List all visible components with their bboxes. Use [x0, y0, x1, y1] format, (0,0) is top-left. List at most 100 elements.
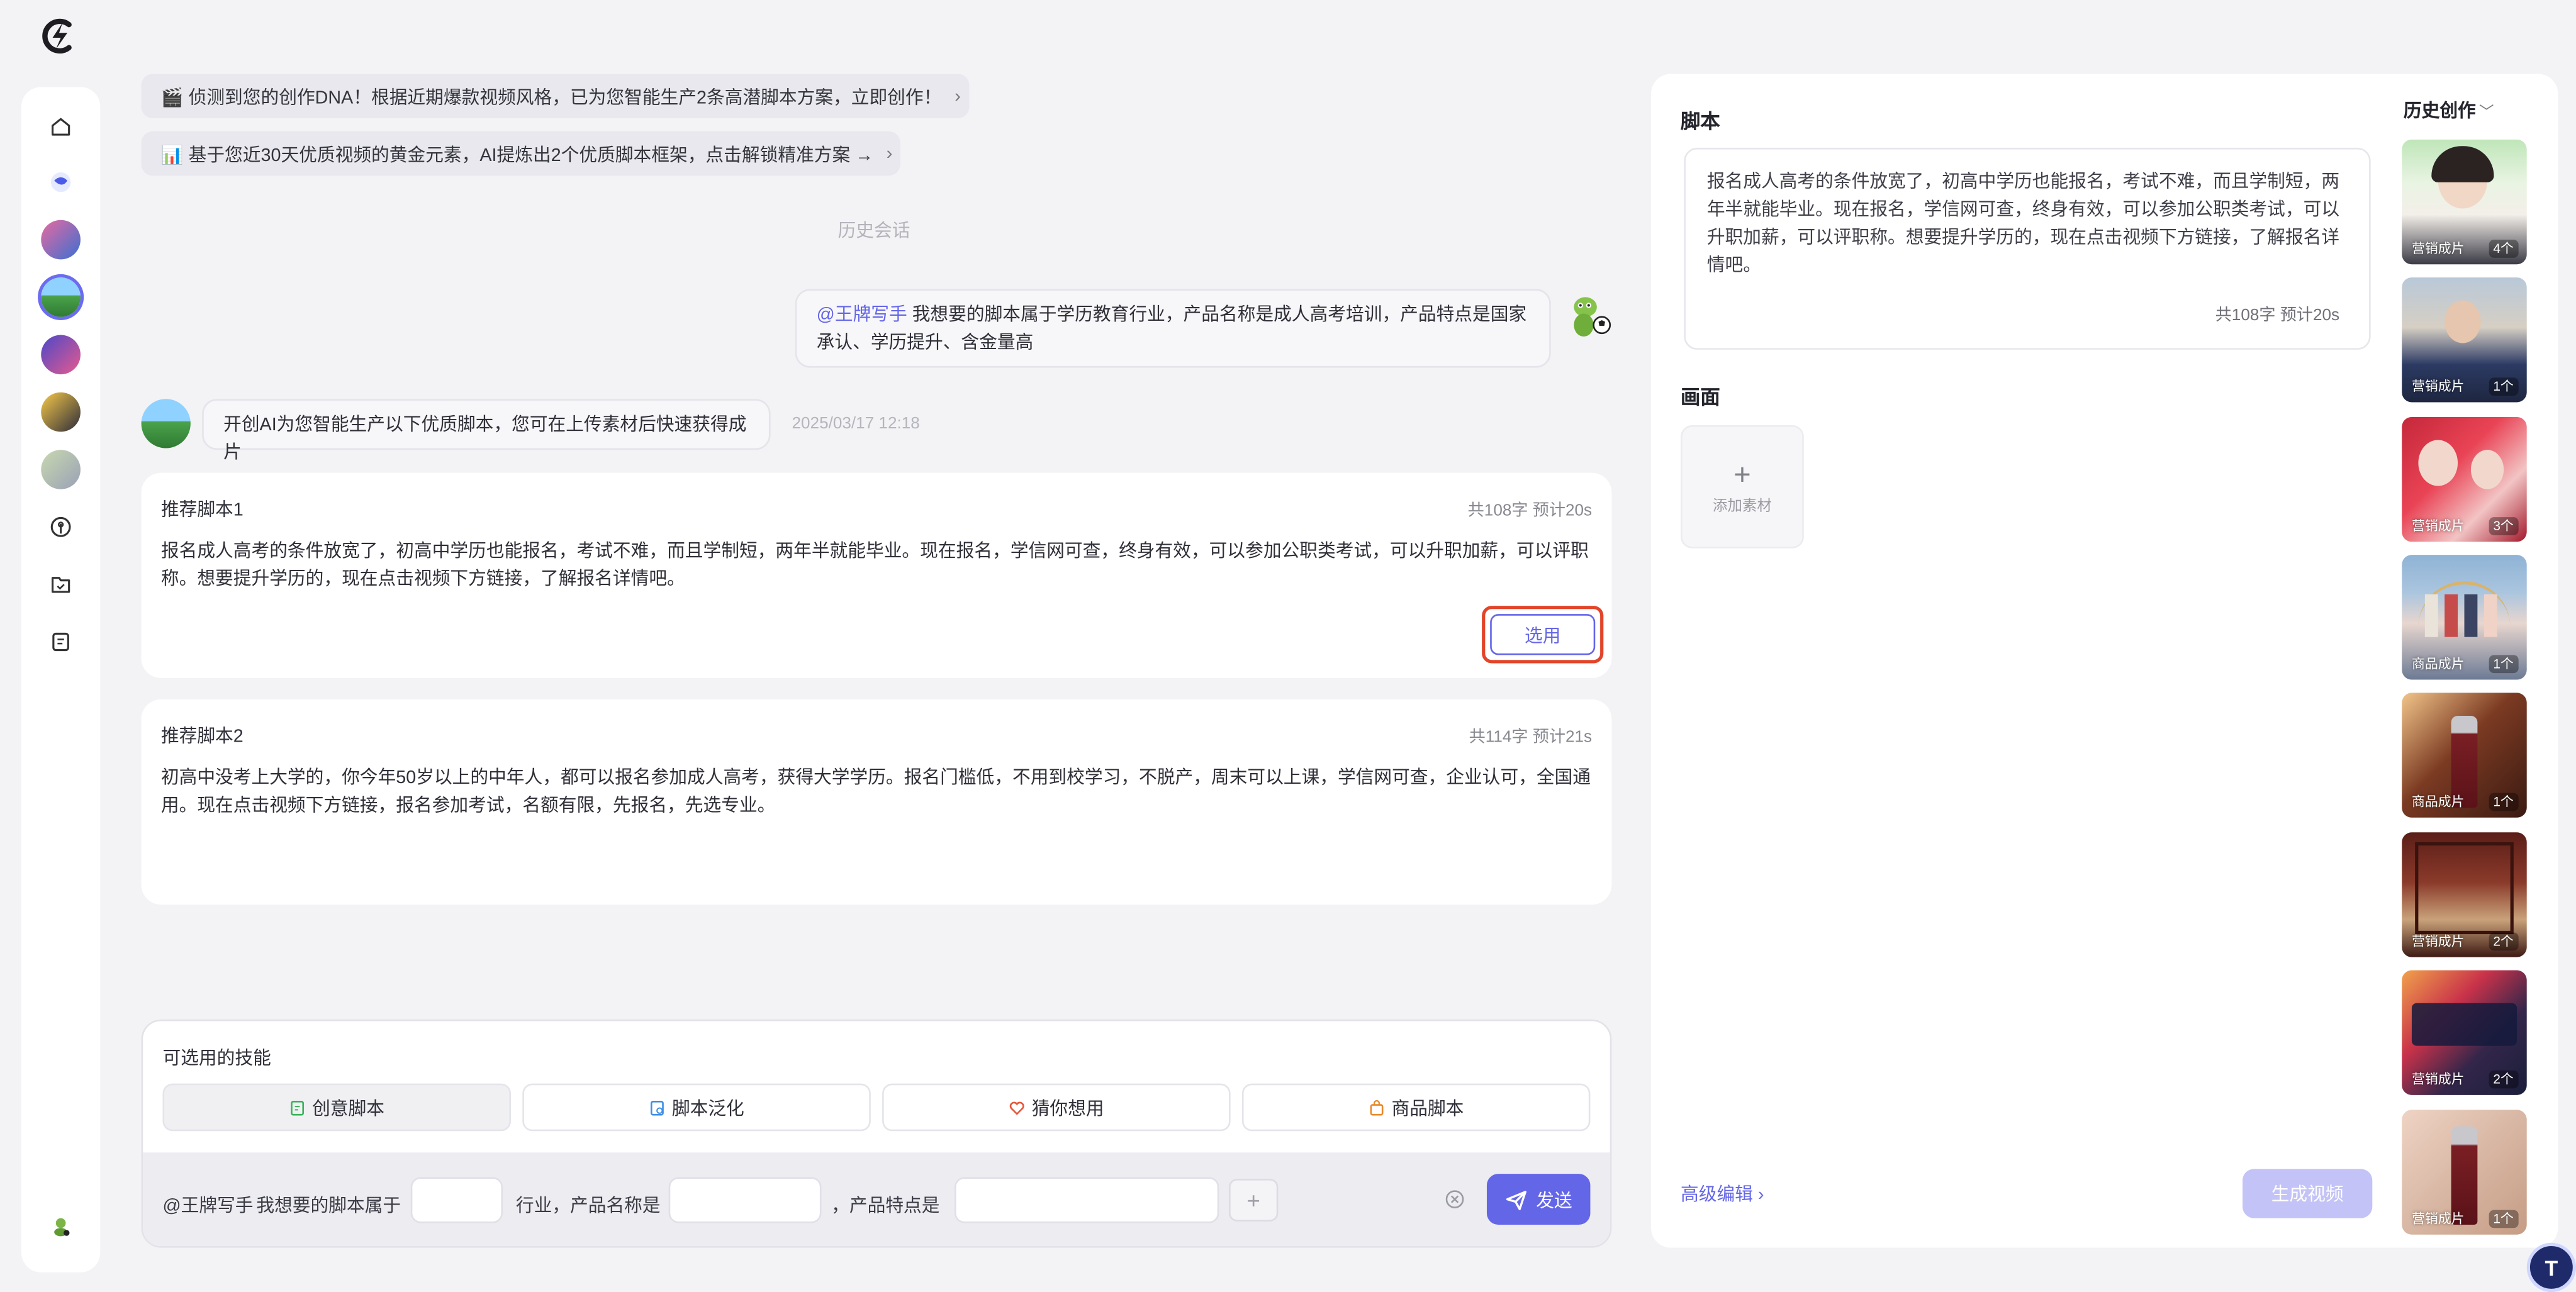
script-section-label: 脚本 [1681, 109, 1720, 133]
golden-suggestion-text: 📊 基于您近30天优质视频的黄金元素，AI提炼出2个优质脚本框架，点击解锁精准方… [160, 145, 873, 165]
thumbnail-count: 4个 [2488, 240, 2519, 258]
plus-icon: + [1733, 457, 1751, 491]
history-title: 历史创作 [2403, 101, 2476, 122]
thumbnail-count: 1个 [2488, 655, 2519, 674]
script-card-body: 报名成人高考的条件放宽了，初高中学历也能报名，考试不难，而且学制短，两年半就能毕… [160, 542, 1589, 589]
thumbnail-tag: 营销成片 [2411, 379, 2465, 394]
history-creations-dropdown[interactable]: 历史创作 ﹀ [2404, 97, 2494, 123]
history-thumbnail[interactable]: 营销成片 1个 [2402, 277, 2527, 403]
user-message-text: 我想要的脚本属于学历教育行业，产品名称是成人高考培训，产品特点是国家承认、学历提… [816, 305, 1527, 354]
script-card-1: 推荐脚本1 共108字 预计20s 报名成人高考的条件放宽了，初高中学历也能报名… [141, 472, 1612, 678]
skill-product-script[interactable]: 商品脚本 [1241, 1083, 1591, 1132]
skill-label: 商品脚本 [1391, 1099, 1464, 1119]
add-material-button[interactable]: + 添加素材 [1681, 425, 1804, 549]
advanced-edit-link[interactable]: 高级编辑 › [1681, 1181, 1764, 1207]
assistant-float-button[interactable]: T [2526, 1242, 2576, 1292]
skills-title: 可选用的技能 [162, 1049, 271, 1069]
script-textarea[interactable]: 报名成人高考的条件放宽了，初高中学历也能报名，考试不难，而且学制短，两年半就能毕… [1684, 147, 2371, 350]
history-session-label[interactable]: 历史会话 [838, 217, 910, 243]
user-avatar-icon[interactable] [41, 1206, 81, 1246]
history-thumbnail[interactable]: 商品成片 1个 [2402, 693, 2527, 818]
script-card-2[interactable]: 推荐脚本2 共114字 预计21s 初高中没考上大学的，你今年50岁以上的中年人… [141, 699, 1612, 905]
composer-text-3: ，产品特点是 [831, 1196, 940, 1217]
composer: @王牌写手 我想要的脚本属于 行业，产品名称是 ，产品特点是 + 发送 [143, 1152, 1610, 1246]
thumbnail-tag: 商品成片 [2411, 657, 2465, 672]
history-thumbnail[interactable]: 营销成片 3个 [2402, 416, 2527, 542]
thumbnail-count: 2个 [2488, 1070, 2519, 1089]
ai-message-bubble: 开创AI为您智能生产以下优质脚本，您可在上传素材后快速获得成片 [202, 399, 771, 463]
dna-suggestion-text: 🎬 侦测到您的创作DNA！根据近期爆款视频风格，已为您智能生产2条高潜脚本方案，… [160, 87, 942, 108]
composer-text-2: 行业，产品名称是 [515, 1196, 661, 1217]
script-card-body: 初高中没考上大学的，你今年50岁以上的中年人，都可以报名参加成人高考，获得大学学… [160, 768, 1591, 816]
chevron-down-icon: ﹀ [2478, 103, 2494, 120]
send-button[interactable]: 发送 [1486, 1174, 1591, 1225]
generate-video-button[interactable]: 生成视频 [2243, 1169, 2373, 1218]
thumbnail-count: 3个 [2488, 517, 2519, 535]
use-button-highlight: 选用 [1482, 606, 1604, 664]
skills-panel: 可选用的技能 创意脚本 脚本泛化 猜你想用 商品脚本 @王牌写手 我想要的脚本属… [141, 1019, 1612, 1248]
script-card-meta: 共108字 预计20s [1467, 502, 1593, 521]
add-material-label: 添加素材 [1712, 496, 1772, 513]
notes-icon[interactable] [41, 622, 81, 662]
skill-label: 脚本泛化 [671, 1099, 744, 1119]
script-editor-panel: 脚本 报名成人高考的条件放宽了，初高中学历也能报名，考试不难，而且学制短，两年半… [1651, 74, 2558, 1248]
clear-icon[interactable] [1445, 1190, 1464, 1208]
golden-suggestion-chip[interactable]: 📊 基于您近30天优质视频的黄金元素，AI提炼出2个优质脚本框架，点击解锁精准方… [141, 131, 900, 176]
sidebar [21, 87, 101, 1273]
script-card-title: 推荐脚本1 [160, 501, 244, 521]
composer-text-1: 我想要的脚本属于 [256, 1196, 401, 1217]
script-card-title: 推荐脚本2 [160, 727, 244, 747]
thumbnail-tag: 营销成片 [2411, 934, 2465, 949]
thumbnail-tag: 营销成片 [2411, 1211, 2465, 1227]
script-card-meta: 共114字 预计21s [1469, 728, 1593, 747]
product-features-input[interactable] [954, 1177, 1219, 1223]
skill-label: 猜你想用 [1031, 1099, 1104, 1119]
script-meta: 共108字 预计20s [2215, 307, 2340, 325]
thumbnail-tag: 商品成片 [2411, 794, 2465, 810]
shopping-bag-icon [1370, 1099, 1384, 1115]
user-message-bubble: @王牌写手 我想要的脚本属于学历教育行业，产品名称是成人高考培训，产品特点是国家… [795, 289, 1551, 368]
history-thumbnail[interactable]: 营销成片 1个 [2402, 1110, 2527, 1235]
document-sync-icon [650, 1100, 664, 1115]
history-thumbnail[interactable]: 营销成片 2个 [2402, 970, 2527, 1095]
assistant-avatar-1[interactable] [41, 220, 81, 260]
chat-bird-icon[interactable] [41, 162, 81, 202]
use-script-button[interactable]: 选用 [1490, 614, 1596, 655]
script-text: 报名成人高考的条件放宽了，初高中学历也能报名，考试不难，而且学制短，两年半就能毕… [1706, 172, 2340, 276]
app-logo-icon [42, 18, 72, 54]
folder-icon[interactable] [41, 565, 81, 604]
thumbnail-count: 1个 [2488, 1210, 2519, 1228]
ai-message-text: 开创AI为您智能生产以下优质脚本，您可在上传素材后快速获得成片 [223, 415, 747, 464]
add-field-button[interactable]: + [1229, 1178, 1279, 1222]
skill-guess-you-want[interactable]: 猜你想用 [882, 1083, 1231, 1132]
history-thumbnail[interactable]: 营销成片 2个 [2402, 832, 2527, 957]
send-plane-icon [1506, 1189, 1527, 1210]
thumbnail-tag: 营销成片 [2411, 1072, 2465, 1087]
skill-creative-script[interactable]: 创意脚本 [162, 1083, 512, 1132]
heart-icon [1009, 1101, 1024, 1115]
industry-input[interactable] [410, 1177, 503, 1223]
message-timestamp: 2025/03/17 12:18 [792, 415, 920, 434]
chevron-right-icon: › [955, 86, 961, 106]
skill-script-generalize[interactable]: 脚本泛化 [522, 1083, 871, 1132]
assistant-avatar-5[interactable] [41, 450, 81, 489]
history-thumbnail[interactable]: 商品成片 1个 [2402, 555, 2527, 680]
composer-mention[interactable]: @王牌写手 [162, 1192, 253, 1218]
skill-label: 创意脚本 [312, 1099, 384, 1119]
assistant-avatar-2[interactable] [41, 277, 81, 317]
home-icon[interactable] [41, 107, 81, 147]
thumbnail-tag: 营销成片 [2411, 241, 2465, 257]
assistant-avatar-4[interactable] [41, 392, 81, 432]
document-icon [291, 1100, 305, 1115]
mention-tag: @王牌写手 [816, 305, 907, 325]
thumbnail-count: 2个 [2488, 932, 2519, 951]
dna-suggestion-chip[interactable]: 🎬 侦测到您的创作DNA！根据近期爆款视频风格，已为您智能生产2条高潜脚本方案，… [141, 74, 970, 118]
user-mascot-avatar [1574, 297, 1611, 337]
radio-icon[interactable] [41, 507, 81, 547]
ai-avatar [141, 399, 191, 448]
thumbnail-count: 1个 [2488, 377, 2519, 396]
product-name-input[interactable] [668, 1177, 822, 1223]
assistant-avatar-3[interactable] [41, 335, 81, 375]
thumbnail-tag: 营销成片 [2411, 518, 2465, 534]
history-thumbnail[interactable]: 营销成片 4个 [2402, 139, 2527, 265]
